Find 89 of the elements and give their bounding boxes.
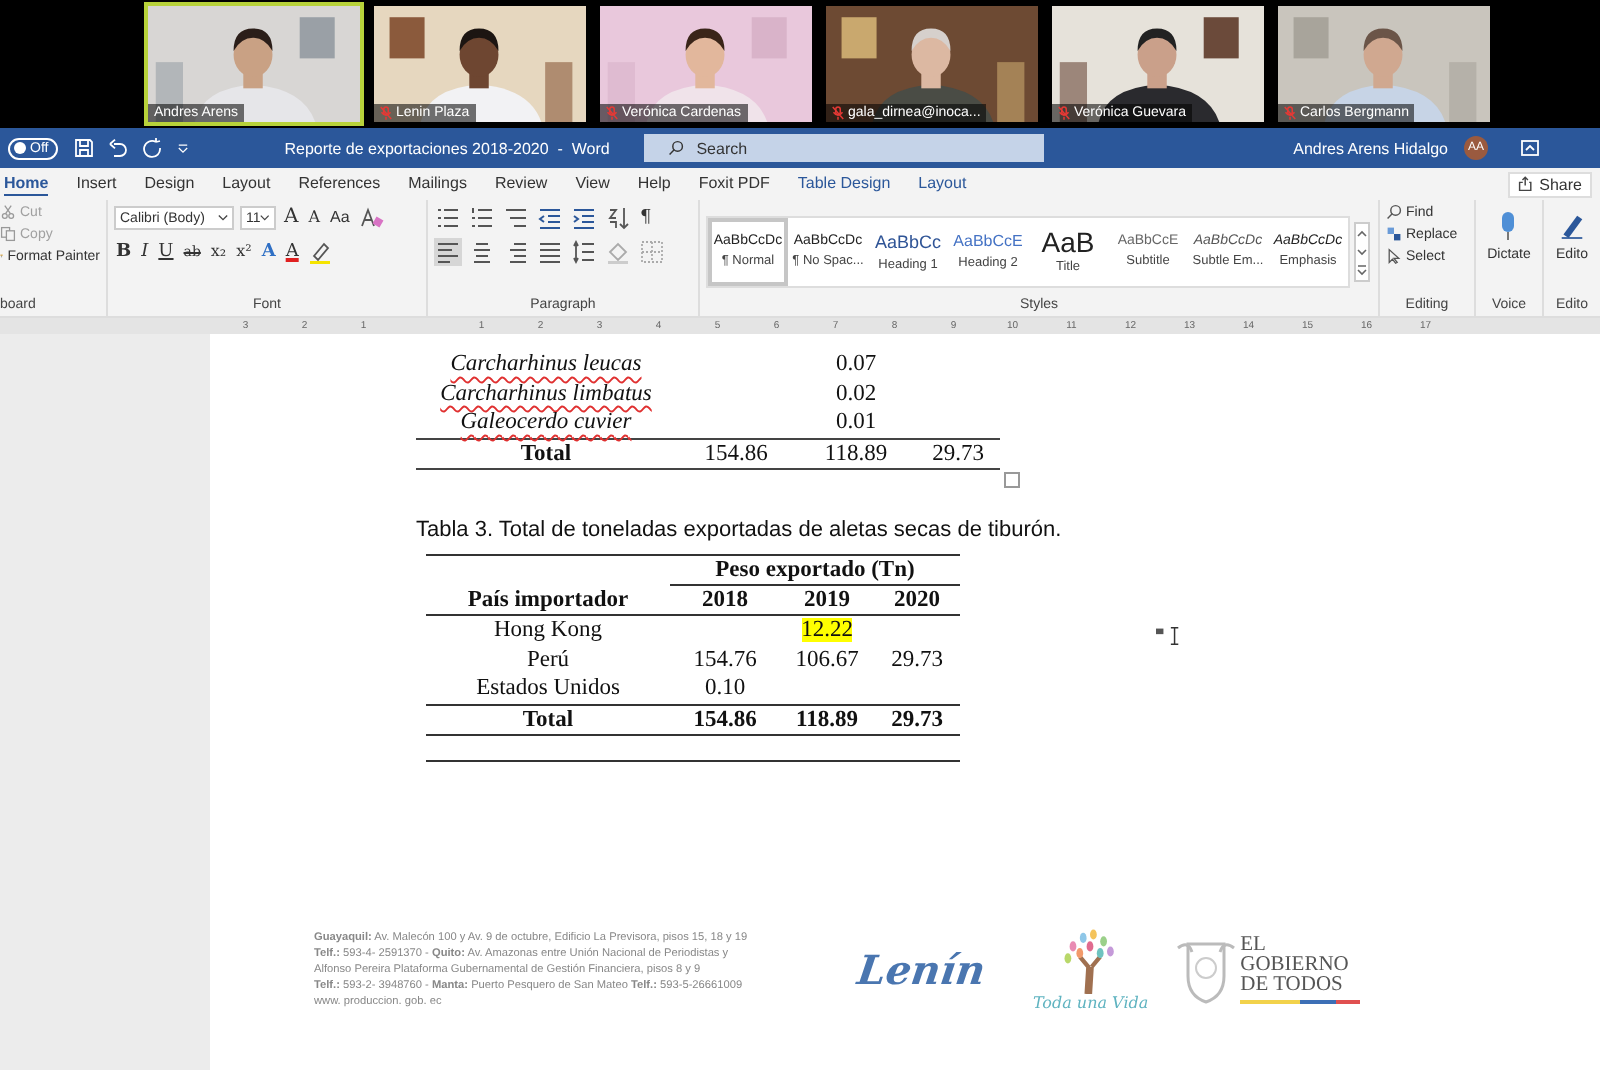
ribbon-tab[interactable]: Review [494,172,548,196]
ribbon-tab[interactable]: Home [4,172,49,196]
format-button[interactable]: B [114,240,134,264]
redo-icon[interactable] [142,138,163,158]
undo-icon[interactable] [108,138,129,158]
table-cell-text: 118.89 [822,441,890,466]
user-name: Andres Arens Hidalgo [1293,139,1448,157]
table-cell-text: 154.86 [702,441,770,466]
search-icon [1386,204,1402,220]
format-button[interactable]: A [259,240,278,264]
change-case-button[interactable]: Aa [328,206,352,230]
replace-icon [1386,226,1402,242]
ribbon-tab[interactable]: Table Design [797,172,891,196]
numbering-icon[interactable] [468,204,496,232]
table-cell: Total [522,707,574,732]
align-icon[interactable] [468,238,496,266]
ribbon-display-icon[interactable] [1520,138,1540,158]
pen-icon [1560,210,1584,242]
table-cell: 29.73 [891,647,943,672]
ribbon-tab[interactable]: References [298,172,381,196]
ribbon-tab[interactable]: Mailings [408,172,467,196]
table-cell-text: Total [518,441,574,466]
flag-stripe-icon [1240,999,1361,1003]
align-icon[interactable] [536,238,564,266]
table-cell-text: 0.07 [833,352,879,377]
ribbon-tab[interactable]: View [575,172,610,196]
gallery-scroll-icon[interactable] [1354,221,1370,281]
table-cell-text: 0.02 [833,381,879,406]
format-button[interactable]: x² [234,240,254,264]
table-cell-text: 0.01 [833,410,879,435]
table-header: Peso exportado (Tn) [670,556,960,585]
sort-icon[interactable] [604,204,632,232]
table-cell: 118.89 [796,707,858,732]
share-icon [1517,176,1534,192]
show-marks-button[interactable]: ¶ [638,206,654,230]
table-cell: 154.76 [693,647,757,672]
table-header: País importador [465,587,631,612]
table-cell: Hong Kong [494,618,602,643]
bullets-icon[interactable] [434,204,462,232]
table-cell: 106.67 [795,647,859,672]
ribbon-tab[interactable]: Layout [222,172,271,196]
table-cell: 12.22 [801,618,853,643]
decrease-indent-icon[interactable] [536,204,564,232]
font-size-button[interactable]: A [306,206,323,230]
table-cell: Estados Unidos [476,676,620,701]
table-caption: Tabla 3. Total de toneladas exportadas de aletas secas de tiburón. [416,518,1064,542]
format-button[interactable]: U [156,240,176,264]
table-header: 2020 [892,587,942,612]
table-cell: 29.73 [891,707,943,732]
ribbon-tab[interactable]: Help [637,172,671,196]
table-cell-text: Galeocerdo cuvier [458,410,634,435]
pointer-icon [1386,248,1402,264]
font-size-button[interactable]: A [282,206,301,230]
table-cell-text: 29.73 [930,441,986,466]
increase-indent-icon[interactable] [570,204,598,232]
logo-text: GOBIERNO [1240,955,1351,975]
window-title: Reporte de exportaciones 2018-2020 - Word [284,139,605,157]
table-resize-handle[interactable] [1004,472,1020,488]
multilevel-list-icon[interactable] [502,204,530,232]
caret-icon [218,214,228,222]
format-button[interactable]: I [139,240,151,264]
table-cell-text: Carcharhinus leucas [448,352,644,377]
line-spacing-icon[interactable] [570,238,598,266]
logo-text: DE TODOS [1240,975,1345,995]
ribbon-tab[interactable]: Layout [918,172,967,196]
share-button[interactable]: Share [1507,171,1592,197]
ribbon-tab[interactable]: Foxit PDF [698,172,770,196]
text-cursor-icon [1156,626,1182,646]
signature-logo: Lenín [854,945,989,993]
scissors-icon [0,204,16,220]
save-icon[interactable] [74,138,95,158]
align-icon[interactable] [434,238,462,266]
ribbon-tab[interactable]: Design [144,172,195,196]
format-button[interactable]: A [283,240,301,264]
search-field[interactable]: Search [644,134,1045,162]
clear-formatting-icon[interactable] [357,204,386,232]
ribbon-tab[interactable]: Insert [76,172,117,196]
table-cell: Perú [526,647,570,672]
caret-icon [260,214,270,222]
search-icon [668,140,685,156]
logo-text: EL [1240,935,1268,955]
table-header: 2019 [802,587,852,612]
table-header: 2018 [700,587,750,612]
slogan-text: Toda una Vida [1032,994,1149,1012]
table-cell: 154.86 [693,707,757,732]
table-cell: 0.10 [704,676,746,701]
format-button[interactable]: x₂ [208,240,229,264]
table-cell-text: Carcharhinus limbatus [438,381,654,406]
highlighter-icon[interactable] [306,238,335,266]
